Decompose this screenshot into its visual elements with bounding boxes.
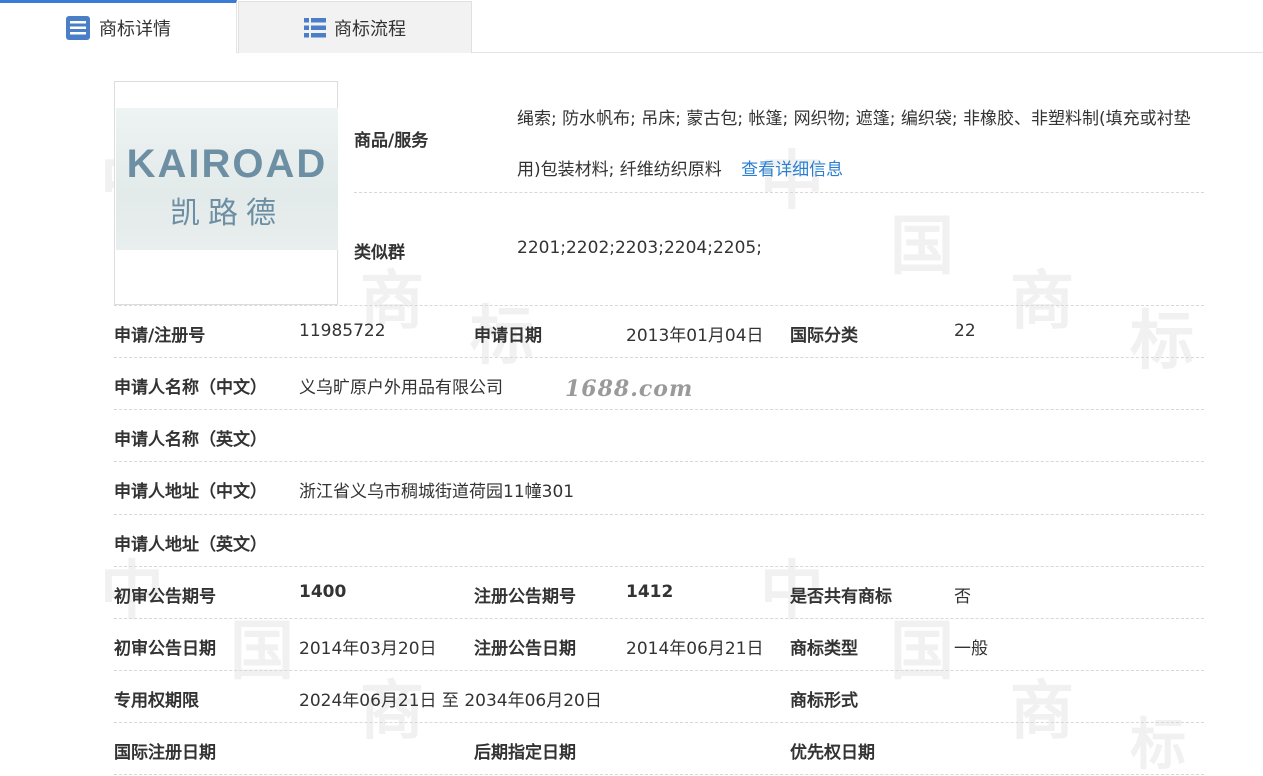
list-detail-icon: [65, 15, 91, 41]
apply-date-value: 2013年01月04日: [626, 326, 764, 346]
later-date-label: 后期指定日期: [474, 743, 576, 763]
watermark-char: 标: [1130, 305, 1194, 379]
applicant-en-label: 申请人名称（英文）: [114, 430, 267, 450]
address-en-label: 申请人地址（英文）: [114, 535, 267, 555]
shared-value: 否: [954, 587, 971, 607]
divider: [114, 670, 1204, 671]
address-cn-label: 申请人地址（中文）: [114, 482, 267, 502]
applicant-cn-label: 申请人名称（中文）: [114, 378, 267, 398]
similar-group-label: 类似群: [354, 243, 405, 263]
watermark-char: 商: [1010, 675, 1074, 749]
prelim-date-value: 2014年03月20日: [299, 639, 437, 659]
prelim-no-label: 初审公告期号: [114, 587, 216, 607]
apply-date-label: 申请日期: [474, 326, 542, 346]
tm-form-label: 商标形式: [790, 691, 858, 711]
reg-no-label: 申请/注册号: [114, 326, 206, 346]
prelim-date-label: 初审公告日期: [114, 639, 216, 659]
reg-pub-no-value: 1412: [626, 582, 674, 602]
exclusive-period-label: 专用权期限: [114, 691, 199, 711]
watermark-char: 国: [890, 615, 954, 689]
tab-trademark-process[interactable]: 商标流程: [238, 1, 472, 53]
reg-no-value: 11985722: [299, 321, 386, 341]
tm-type-value: 一般: [954, 639, 988, 659]
tab-bar: 商标详情 商标流程: [0, 0, 1263, 53]
similar-group-value: 2201;2202;2203;2204;2205;: [517, 238, 762, 258]
divider: [114, 409, 1204, 410]
trademark-logo: KAIROAD 凯路德: [116, 108, 338, 250]
divider: [114, 305, 1204, 306]
address-cn-value: 浙江省义乌市稠城街道荷园11幢301: [299, 482, 575, 502]
goods-value: 绳索; 防水帆布; 吊床; 蒙古包; 帐篷; 网织物; 遮篷; 编织袋; 非橡胶…: [517, 94, 1207, 196]
applicant-cn-value: 义乌旷原户外用品有限公司: [299, 378, 503, 398]
watermark-char: 国: [890, 210, 954, 284]
reg-pub-date-value: 2014年06月21日: [626, 639, 764, 659]
exclusive-period-value: 2024年06月21日 至 2034年06月20日: [299, 691, 602, 711]
divider: [354, 192, 1204, 193]
priority-date-label: 优先权日期: [790, 743, 875, 763]
divider: [114, 357, 1204, 358]
logo-text-cn: 凯路德: [170, 197, 284, 230]
logo-text-en: KAIROAD: [126, 142, 328, 186]
view-details-link[interactable]: 查看详细信息: [741, 160, 843, 180]
divider: [114, 514, 1204, 515]
divider: [114, 774, 1204, 775]
intl-reg-date-label: 国际注册日期: [114, 743, 216, 763]
goods-text: 绳索; 防水帆布; 吊床; 蒙古包; 帐篷; 网织物; 遮篷; 编织袋; 非橡胶…: [517, 109, 1191, 180]
list-process-icon: [304, 17, 326, 39]
shared-label: 是否共有商标: [790, 587, 892, 607]
watermark-char: 商: [1010, 265, 1074, 339]
goods-label: 商品/服务: [354, 131, 429, 151]
tab-label: 商标流程: [334, 18, 406, 40]
watermark-char: 国: [230, 615, 294, 689]
site-watermark: 1688.com: [565, 376, 694, 402]
trademark-image: KAIROAD 凯路德: [114, 81, 338, 305]
divider: [114, 566, 1204, 567]
prelim-no-value: 1400: [299, 582, 347, 602]
reg-pub-no-label: 注册公告期号: [474, 587, 576, 607]
divider: [114, 618, 1204, 619]
divider: [114, 461, 1204, 462]
reg-pub-date-label: 注册公告日期: [474, 639, 576, 659]
intl-class-value: 22: [954, 321, 976, 341]
tab-trademark-detail[interactable]: 商标详情: [0, 0, 237, 53]
tm-type-label: 商标类型: [790, 639, 858, 659]
divider: [114, 722, 1204, 723]
tab-label: 商标详情: [99, 19, 171, 40]
watermark-char: 标: [1130, 713, 1186, 776]
intl-class-label: 国际分类: [790, 326, 858, 346]
